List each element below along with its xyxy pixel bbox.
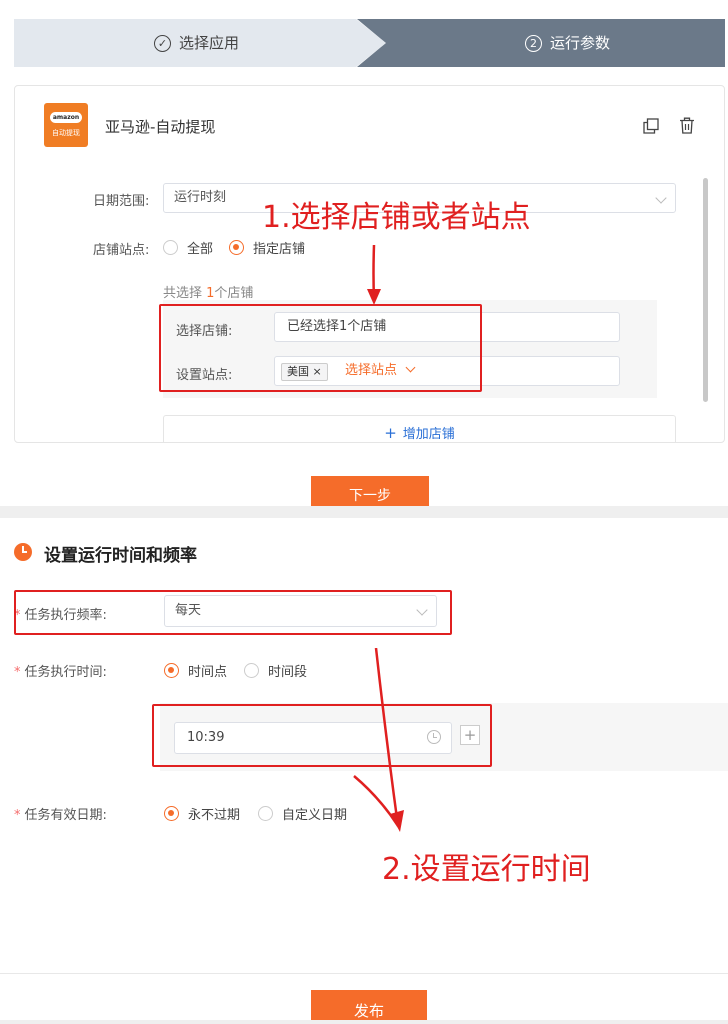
next-step-button[interactable]: 下一步 (311, 476, 429, 506)
selected-count-text: 共选择 1个店铺 (163, 286, 254, 301)
radio-timepoint[interactable]: 时间点 (164, 661, 227, 680)
add-store-button[interactable]: + 增加店铺 (163, 415, 676, 442)
app-name: 亚马逊-自动提现 (105, 118, 216, 136)
step-select-app[interactable]: ✓ 选择应用 (14, 19, 386, 67)
section-divider (0, 506, 728, 518)
annotation-arrow-2 (353, 648, 404, 832)
annotation-note-1: 1.选择店铺或者站点 (262, 200, 531, 235)
radio-checked-icon (164, 663, 179, 678)
radio-all[interactable]: 全部 (163, 238, 213, 257)
date-range-value: 运行时刻 (174, 190, 227, 205)
radio-never-expire[interactable]: 永不过期 (164, 804, 240, 823)
annotation-box-frequency (14, 590, 452, 635)
radio-custom-date[interactable]: 自定义日期 (258, 804, 347, 823)
plus-icon: + (384, 424, 397, 442)
chevron-down-icon (655, 192, 667, 204)
footer-divider (0, 973, 728, 974)
radio-checked-icon (229, 240, 244, 255)
amazon-logo: amazon 自动提现 (44, 103, 88, 147)
clock-icon (14, 543, 32, 561)
validity-label: * 任务有效日期: (14, 808, 107, 823)
step-run-params[interactable]: 2 运行参数 (357, 19, 725, 67)
radio-specified-store[interactable]: 指定店铺 (229, 238, 305, 257)
bottom-strip (0, 1020, 728, 1024)
store-site-label: 店铺站点: (93, 243, 150, 258)
copy-icon[interactable] (643, 118, 659, 134)
date-range-label: 日期范围: (93, 194, 150, 209)
step-run-params-label: 运行参数 (550, 34, 611, 52)
radio-checked-icon (164, 806, 179, 821)
radio-circle-icon (163, 240, 178, 255)
annotation-box-time (152, 704, 492, 767)
radio-circle-icon (258, 806, 273, 821)
scrollbar[interactable] (703, 178, 708, 402)
radio-timerange[interactable]: 时间段 (244, 661, 307, 680)
schedule-title: 设置运行时间和频率 (44, 546, 197, 566)
exec-time-label: * 任务执行时间: (14, 665, 107, 680)
stepper: ✓ 选择应用 2 运行参数 (14, 19, 725, 67)
annotation-arrow-1 (367, 245, 381, 305)
step-select-app-label: 选择应用 (179, 34, 240, 52)
check-circle-icon: ✓ (154, 34, 171, 52)
trash-icon[interactable] (679, 117, 695, 134)
publish-button[interactable]: 发布 (311, 990, 427, 1024)
annotation-box-store (159, 304, 482, 392)
annotation-note-2: 2.设置运行时间 (382, 852, 591, 887)
radio-circle-icon (244, 663, 259, 678)
step-number-icon: 2 (525, 34, 542, 52)
